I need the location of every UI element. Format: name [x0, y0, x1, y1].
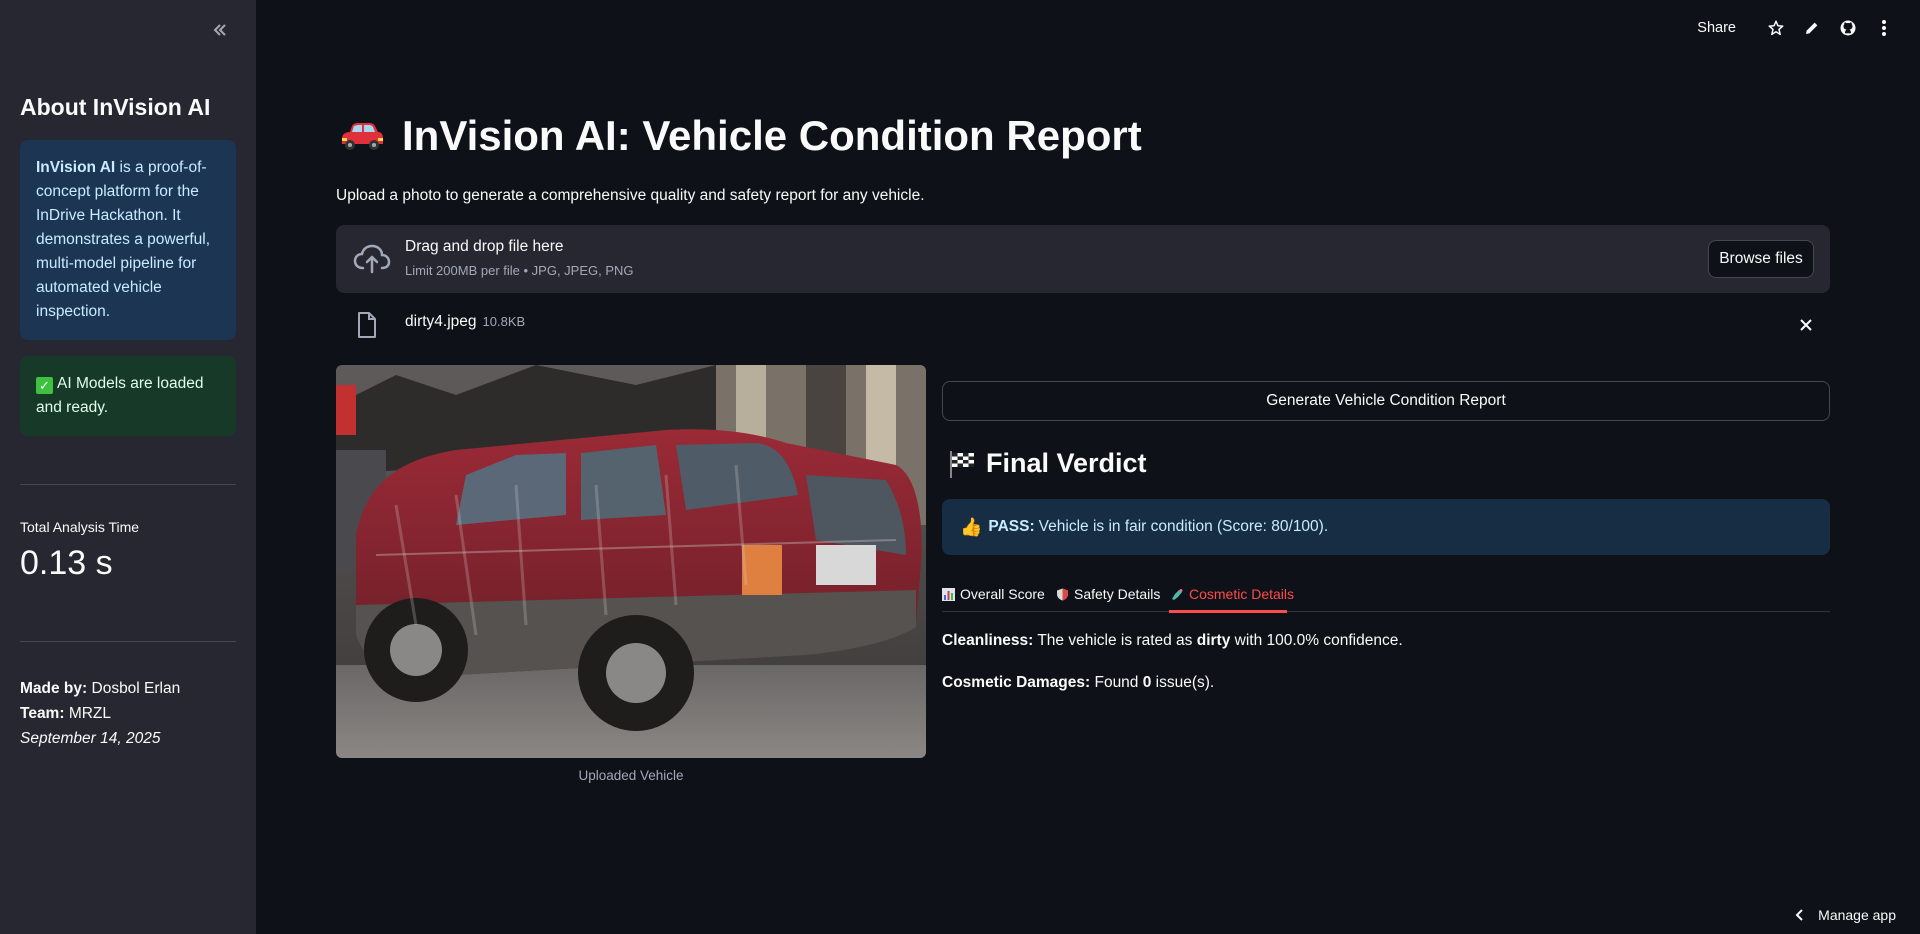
top-toolbar: Share [1697, 0, 1920, 56]
shield-icon [1057, 588, 1068, 600]
share-button[interactable]: Share [1697, 20, 1736, 36]
verdict-status: PASS: [988, 518, 1035, 535]
close-icon [1800, 319, 1812, 331]
github-icon [1840, 20, 1856, 36]
damages-post: issue(s). [1151, 674, 1215, 691]
vehicle-photo [336, 365, 926, 758]
github-button[interactable] [1830, 10, 1866, 46]
chevron-left-icon [1795, 909, 1803, 921]
file-name-wrapper: dirty4.jpeg 10.8KB [405, 313, 525, 331]
tab-label: Overall Score [960, 586, 1045, 602]
final-verdict-title: Final Verdict [986, 448, 1147, 478]
pencil-icon [1806, 22, 1818, 34]
made-by-value: Dosbol Erlan [91, 680, 181, 697]
cleanliness-post: with 100.0% confidence. [1230, 632, 1403, 649]
car-icon [342, 123, 383, 150]
sidebar-title: About InVision AI [20, 94, 211, 120]
bar-chart-icon [942, 587, 955, 601]
cleanliness-value: dirty [1196, 632, 1231, 649]
active-tab-indicator [1169, 610, 1287, 613]
browse-files-button[interactable]: Browse files [1708, 240, 1814, 278]
manage-app-button[interactable]: Manage app [1794, 907, 1896, 923]
credits-date: September 14, 2025 [20, 730, 161, 747]
verdict-text: Vehicle is in fair condition (Score: 80/… [1038, 518, 1329, 535]
about-info-box: InVision AI is a proof-of-concept platfo… [20, 140, 236, 340]
cleanliness-detail: Cleanliness: The vehicle is rated as dir… [942, 632, 1403, 650]
models-status-text: AI Models are loaded and ready. [36, 375, 204, 416]
credits: Made by: Dosbol Erlan Team: MRZL Septemb… [20, 676, 180, 751]
metric-label: Total Analysis Time [20, 519, 140, 535]
team-label: Team: [20, 705, 65, 722]
damages-pre: Found [1090, 674, 1143, 691]
tab-overall-score[interactable]: Overall Score [942, 576, 1045, 612]
about-text: is a proof-of-concept platform for the I… [36, 159, 211, 320]
star-button[interactable] [1758, 10, 1794, 46]
file-size: 10.8KB [482, 314, 526, 329]
generate-report-button[interactable]: Generate Vehicle Condition Report [942, 381, 1830, 421]
tab-cosmetic-details[interactable]: Cosmetic Details [1171, 576, 1294, 612]
damages-label: Cosmetic Damages: [942, 674, 1091, 691]
page-title: InVision AI: Vehicle Condition Report [336, 112, 1142, 160]
metric-value: 0.13 s [20, 544, 113, 582]
file-icon [358, 312, 376, 338]
checkered-flag-icon [950, 450, 974, 478]
report-tabs: Overall Score Safety Details Cosmetic De… [942, 576, 1830, 612]
manage-app-label: Manage app [1818, 907, 1896, 923]
file-uploader-dropzone[interactable]: Drag and drop file here Limit 200MB per … [336, 225, 1830, 293]
divider [20, 641, 236, 642]
page-subtitle: Upload a photo to generate a comprehensi… [336, 187, 925, 204]
kebab-menu-icon [1882, 20, 1886, 36]
sidebar: About InVision AI InVision AI is a proof… [0, 0, 256, 934]
collapse-sidebar-button[interactable] [206, 16, 234, 44]
final-verdict-heading: Final Verdict [946, 448, 1147, 479]
star-icon [1768, 20, 1784, 36]
brand-name: InVision AI [36, 159, 116, 176]
tab-label: Safety Details [1074, 586, 1161, 602]
image-caption: Uploaded Vehicle [578, 768, 684, 783]
cloud-upload-icon [353, 244, 391, 274]
divider [20, 484, 236, 485]
page-title-text: InVision AI: Vehicle Condition Report [402, 112, 1142, 159]
double-chevron-left-icon [213, 24, 226, 36]
uploaded-file-row: dirty4.jpeg 10.8KB [336, 305, 1830, 345]
drag-drop-text: Drag and drop file here [405, 238, 564, 255]
remove-file-button[interactable] [1794, 313, 1818, 337]
sparkle-brush-icon [1172, 588, 1183, 600]
damages-detail: Cosmetic Damages: Found 0 issue(s). [942, 674, 1214, 692]
models-status-box: ✓ AI Models are loaded and ready. [20, 356, 236, 436]
edit-button[interactable] [1794, 10, 1830, 46]
thumbs-up-icon: 👍 [960, 516, 983, 537]
tab-label: Cosmetic Details [1189, 586, 1295, 602]
cleanliness-pre: The vehicle is rated as [1033, 632, 1197, 649]
verdict-alert: 👍 PASS: Vehicle is in fair condition (Sc… [942, 499, 1830, 555]
file-name: dirty4.jpeg [405, 313, 477, 330]
team-value: MRZL [68, 705, 112, 722]
check-icon: ✓ [36, 377, 53, 394]
uploaded-vehicle-image [336, 365, 926, 758]
made-by-label: Made by: [20, 680, 88, 697]
cleanliness-label: Cleanliness: [942, 632, 1034, 649]
tab-safety-details[interactable]: Safety Details [1056, 576, 1160, 612]
upload-limit-text: Limit 200MB per file • JPG, JPEG, PNG [405, 263, 634, 278]
more-menu-button[interactable] [1866, 10, 1902, 46]
